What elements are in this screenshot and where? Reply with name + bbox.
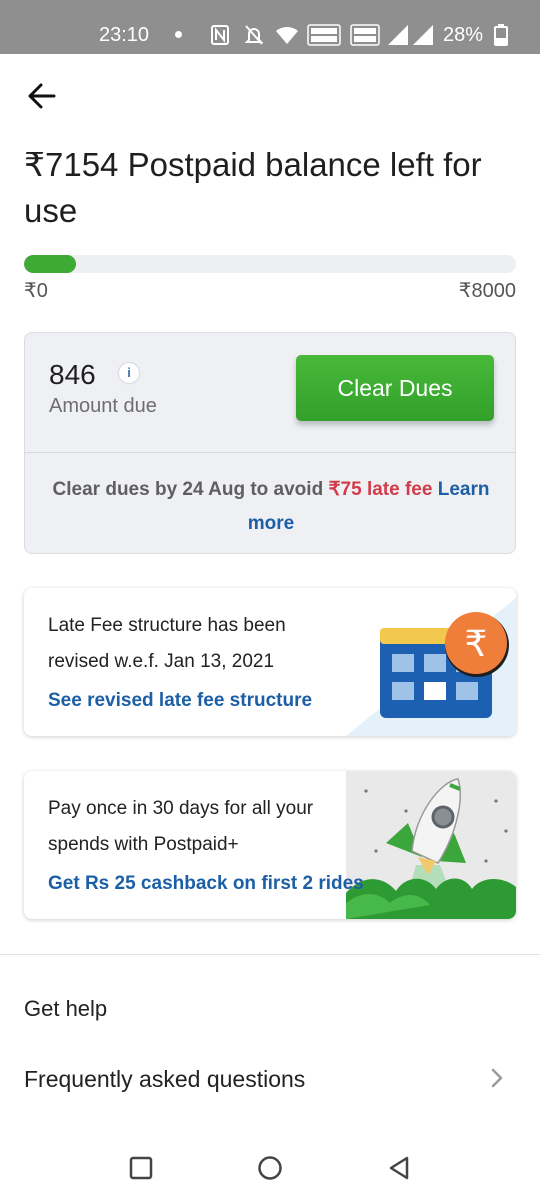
- amount-due-value: 846: [49, 359, 96, 390]
- balance-max-label: ₹8000: [458, 280, 516, 302]
- wifi-icon: [276, 26, 298, 44]
- nfc-icon: [211, 25, 229, 45]
- svg-text:₹: ₹: [465, 624, 488, 665]
- back-nav-icon[interactable]: [385, 1154, 413, 1182]
- late-fee-amount: ₹75 late fee: [328, 479, 433, 500]
- page-title: ₹7154 Postpaid balance left for use: [24, 146, 482, 229]
- rocket-icon: [346, 771, 516, 919]
- balance-progress-bar: [24, 255, 516, 273]
- due-note-text: Clear dues by 24 Aug to avoid: [52, 479, 324, 500]
- get-help-heading: Get help: [24, 996, 108, 1021]
- volte-lte-icon: [350, 24, 380, 46]
- postpaid-plus-text: Pay once in 30 days for all your spends …: [48, 798, 314, 855]
- calendar-rupee-icon: ₹: [346, 598, 516, 736]
- section-divider: [0, 954, 540, 955]
- cashback-link[interactable]: Get Rs 25 cashback on first 2 rides: [48, 873, 364, 895]
- battery-icon: [494, 24, 508, 46]
- chevron-right-icon: [491, 1068, 503, 1088]
- battery-percent: 28%: [443, 24, 484, 46]
- mute-icon: [244, 25, 264, 45]
- late-fee-card[interactable]: ₹ Late Fee structure has been revised w.…: [24, 588, 516, 736]
- volte-wifi-icon: [307, 24, 341, 46]
- card-divider: [25, 452, 515, 453]
- arrow-left-icon[interactable]: [24, 78, 60, 114]
- signal-icon: [388, 25, 408, 45]
- signal-x-icon: [413, 25, 433, 45]
- faq-row[interactable]: Frequently asked questions: [0, 1048, 540, 1108]
- amount-due-label: Amount due: [49, 395, 157, 417]
- system-nav-bar: [0, 1136, 540, 1200]
- recent-apps-icon[interactable]: [127, 1154, 155, 1182]
- balance-progress-fill: [24, 255, 77, 273]
- balance-min-label: ₹0: [24, 280, 48, 302]
- late-fee-text: Late Fee structure has been revised w.e.…: [48, 615, 286, 672]
- clear-dues-button[interactable]: Clear Dues: [296, 355, 494, 421]
- status-time: 23:10: [99, 24, 150, 46]
- status-bar: 23:10 28%: [0, 0, 540, 54]
- home-icon[interactable]: [256, 1154, 284, 1182]
- notification-dot: [175, 31, 182, 38]
- amount-due-card: 846 i Amount due Clear Dues Clear dues b…: [24, 332, 516, 554]
- postpaid-plus-card[interactable]: Pay once in 30 days for all your spends …: [24, 771, 516, 919]
- faq-label: Frequently asked questions: [24, 1066, 306, 1092]
- due-date-note: Clear dues by 24 Aug to avoid ₹75 late f…: [35, 473, 507, 541]
- late-fee-link[interactable]: See revised late fee structure: [48, 690, 312, 712]
- info-icon[interactable]: i: [119, 363, 139, 383]
